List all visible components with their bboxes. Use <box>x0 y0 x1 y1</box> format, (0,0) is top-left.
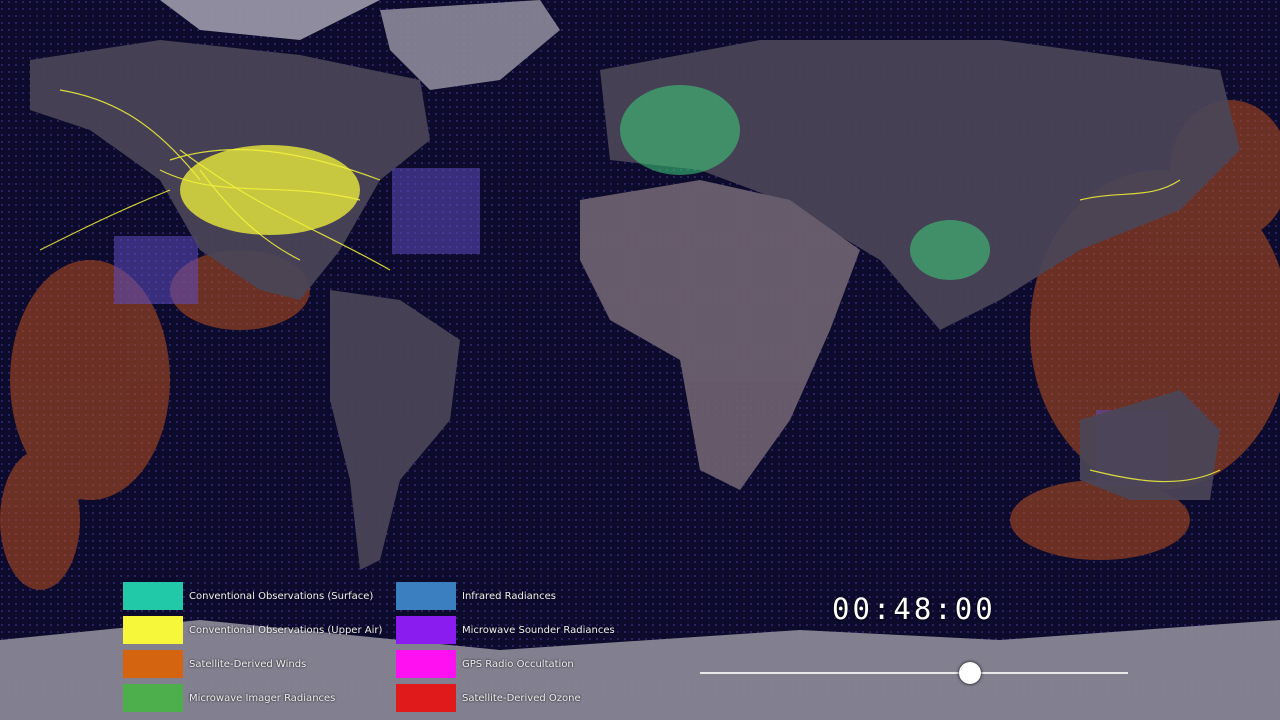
legend-item-microwave-sounder: Microwave Sounder Radiances <box>396 616 615 644</box>
legend-item-gps-radio-occultation: GPS Radio Occultation <box>396 650 574 678</box>
legend-label: GPS Radio Occultation <box>462 658 574 670</box>
legend-label: Satellite-Derived Ozone <box>462 692 581 704</box>
legend-swatch <box>123 650 183 678</box>
legend-swatch <box>396 582 456 610</box>
legend-swatch <box>123 582 183 610</box>
legend-item-microwave-imager: Microwave Imager Radiances <box>123 684 335 712</box>
legend-item-satellite-ozone: Satellite-Derived Ozone <box>396 684 581 712</box>
legend-swatch <box>396 616 456 644</box>
world-map <box>0 0 1280 720</box>
legend-label: Conventional Observations (Upper Air) <box>189 624 383 636</box>
elapsed-time-display: 00:48:00 <box>832 592 996 626</box>
legend-item-upper-air: Conventional Observations (Upper Air) <box>123 616 382 644</box>
slider-track[interactable] <box>700 672 1128 674</box>
legend-swatch <box>123 684 183 712</box>
legend-label: Satellite-Derived Winds <box>189 658 307 670</box>
legend-label: Conventional Observations (Surface) <box>189 590 374 602</box>
legend-swatch <box>396 684 456 712</box>
upper-air-cluster-north-america <box>180 145 360 235</box>
slider-thumb[interactable] <box>958 662 981 684</box>
playback-slider[interactable] <box>700 660 1128 686</box>
legend-swatch <box>396 650 456 678</box>
legend-item-satellite-winds: Satellite-Derived Winds <box>123 650 306 678</box>
legend-label: Microwave Imager Radiances <box>189 692 336 704</box>
legend-swatch <box>123 616 183 644</box>
legend-item-infrared: Infrared Radiances <box>396 582 556 610</box>
legend-item-surface: Conventional Observations (Surface) <box>123 582 373 610</box>
legend-label: Infrared Radiances <box>462 590 556 602</box>
legend-label: Microwave Sounder Radiances <box>462 624 615 636</box>
